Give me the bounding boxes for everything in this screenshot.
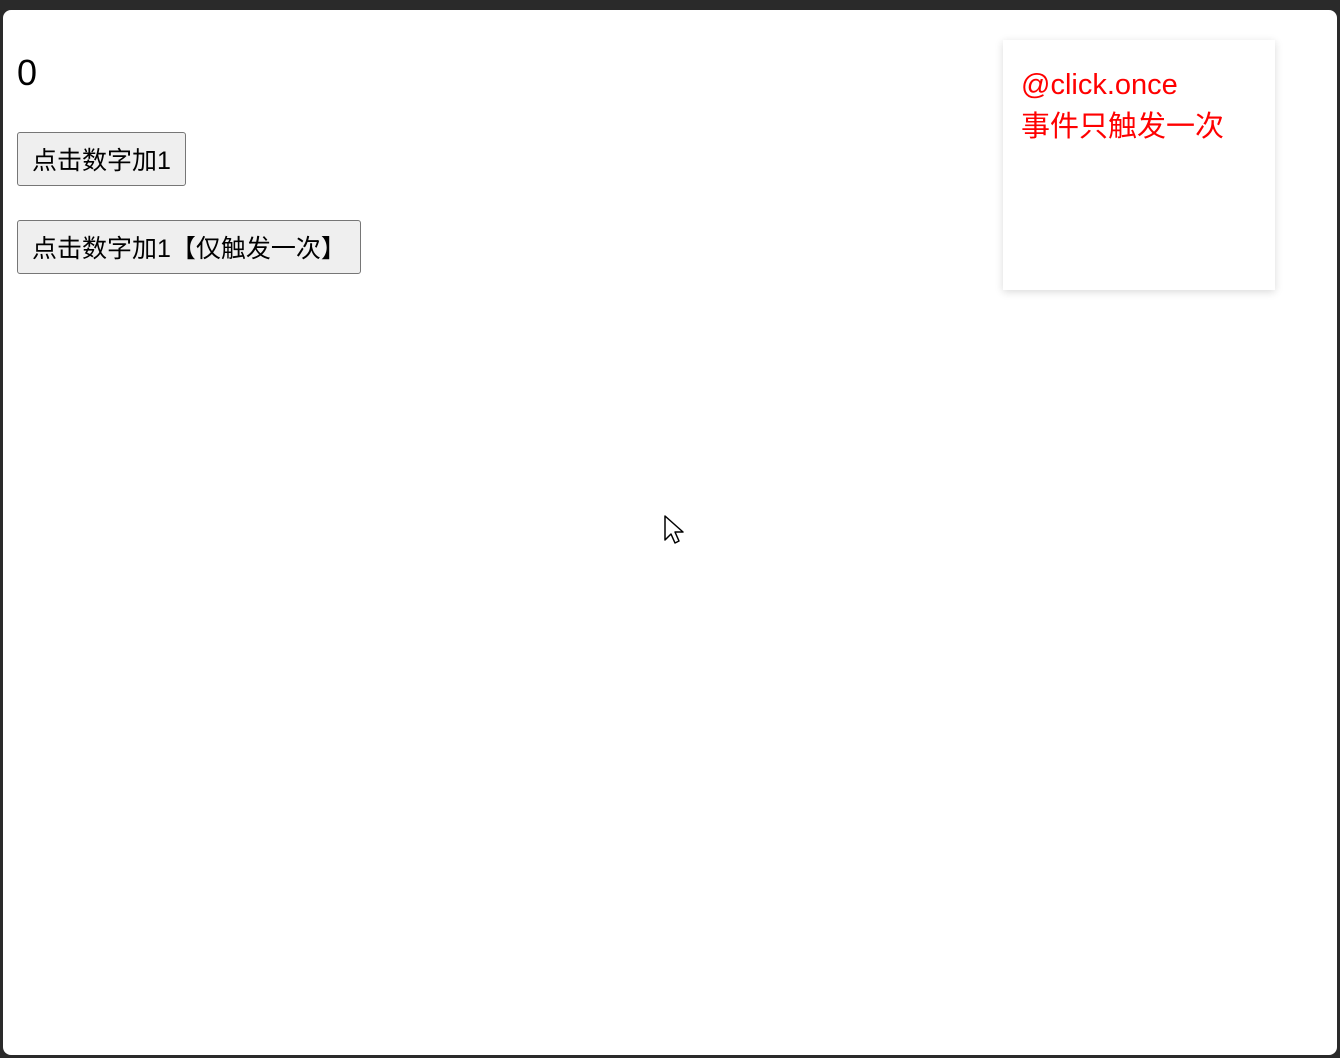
cursor-icon — [663, 514, 687, 546]
browser-viewport: 0 点击数字加1 点击数字加1【仅触发一次】 @click.once 事件只触发… — [3, 10, 1337, 1055]
annotation-box: @click.once 事件只触发一次 — [1003, 40, 1275, 290]
increment-once-button[interactable]: 点击数字加1【仅触发一次】 — [17, 220, 361, 274]
annotation-line-2: 事件只触发一次 — [1021, 106, 1257, 148]
increment-button[interactable]: 点击数字加1 — [17, 132, 186, 186]
annotation-line-1: @click.once — [1021, 64, 1257, 106]
annotation-text: @click.once 事件只触发一次 — [1021, 64, 1257, 148]
content-area: 0 点击数字加1 点击数字加1【仅触发一次】 @click.once 事件只触发… — [3, 10, 1337, 322]
